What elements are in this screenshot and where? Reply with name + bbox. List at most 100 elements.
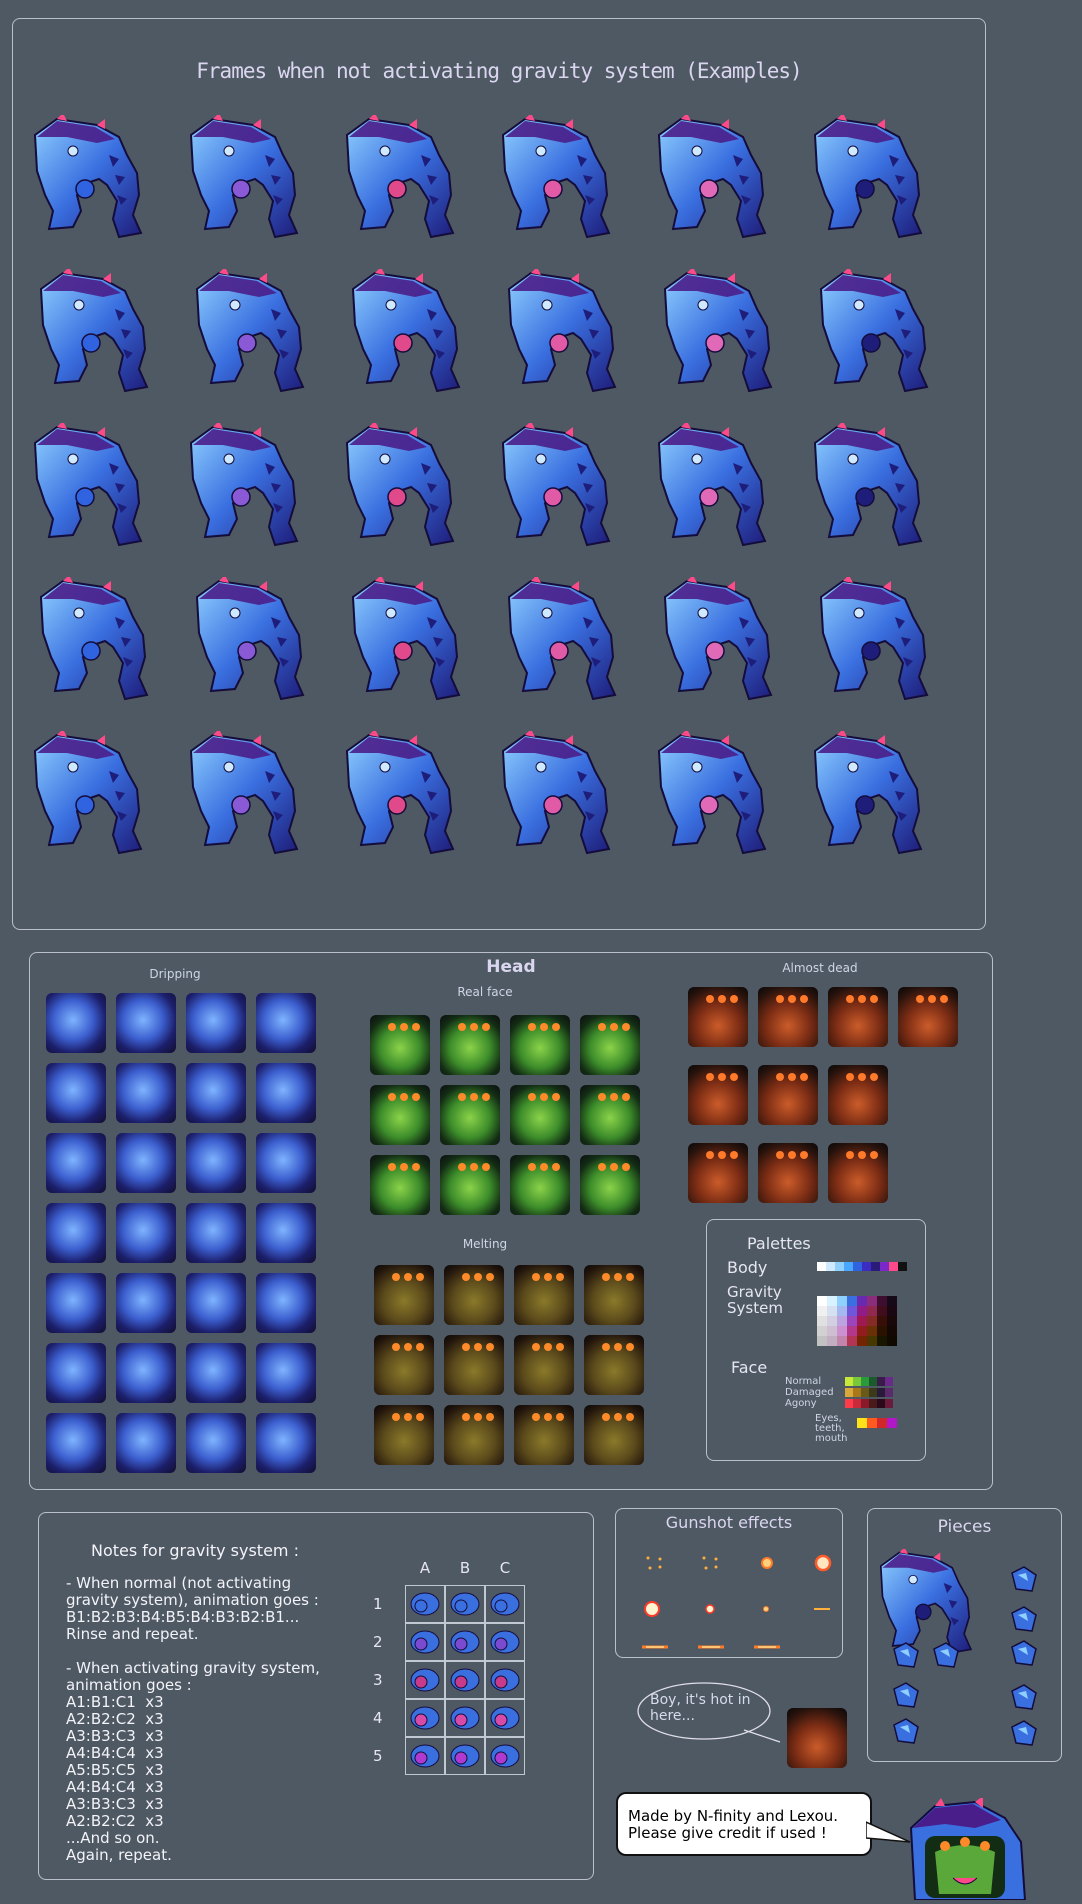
- head-eye: [482, 1023, 490, 1031]
- notes-title: Notes for gravity system :: [91, 1541, 299, 1560]
- head-eye: [622, 1023, 630, 1031]
- gunshot-panel: Gunshot effects: [615, 1508, 843, 1658]
- head-eye: [416, 1343, 424, 1351]
- frame-sprite: [807, 729, 927, 860]
- head-eye: [870, 1151, 878, 1159]
- head-eye: [602, 1413, 610, 1421]
- gravity-swatch: [847, 1336, 857, 1346]
- gravity-swatch: [817, 1336, 827, 1346]
- head-eye: [458, 1163, 466, 1171]
- realface-head-sprite: [510, 1015, 570, 1075]
- face-swatch: [885, 1377, 893, 1386]
- head-eye: [776, 995, 784, 1003]
- gravity-swatch: [817, 1316, 827, 1326]
- gravity-swatch: [817, 1296, 827, 1306]
- body-swatch: [898, 1262, 907, 1271]
- head-eye: [544, 1273, 552, 1281]
- face-swatch: [885, 1399, 893, 1408]
- head-eye: [532, 1343, 540, 1351]
- piece-sprite: [933, 1642, 959, 1668]
- dripping-head-sprite: [46, 1273, 106, 1333]
- head-eye: [482, 1093, 490, 1101]
- face-row-label: Normal: [785, 1376, 822, 1387]
- animation-table: A B C 1 2 3 4 5: [369, 1559, 569, 1789]
- dripping-head-sprite: [116, 1413, 176, 1473]
- animation-cell: [405, 1737, 445, 1775]
- head-eye: [416, 1413, 424, 1421]
- eyes-swatch: [887, 1418, 897, 1428]
- frames-grid: [13, 19, 985, 929]
- head-eye: [610, 1093, 618, 1101]
- animation-cell: [485, 1585, 525, 1623]
- head-eye: [730, 1151, 738, 1159]
- melting-head-sprite: [514, 1405, 574, 1465]
- frame-sprite: [495, 421, 615, 552]
- face-row-label: Damaged: [785, 1387, 834, 1398]
- gravity-swatch: [887, 1306, 897, 1316]
- realface-head-sprite: [510, 1085, 570, 1145]
- head-eye: [458, 1023, 466, 1031]
- frame-sprite: [339, 113, 459, 244]
- head-eye: [776, 1073, 784, 1081]
- body-swatch: [844, 1262, 853, 1271]
- gunshot-effect: [761, 1557, 773, 1569]
- table-row-header: 3: [373, 1671, 383, 1689]
- realface-head-sprite: [580, 1015, 640, 1075]
- head-eye: [870, 1073, 878, 1081]
- gravity-swatch: [847, 1316, 857, 1326]
- head-eye: [614, 1413, 622, 1421]
- head-eye: [718, 1151, 726, 1159]
- melting-head-sprite: [444, 1335, 504, 1395]
- gravity-swatch: [857, 1336, 867, 1346]
- frame-sprite: [27, 729, 147, 860]
- gravity-swatch: [877, 1296, 887, 1306]
- dripping-head-sprite: [256, 993, 316, 1053]
- head-eye: [788, 1151, 796, 1159]
- face-swatch: [845, 1377, 853, 1386]
- dripping-head-sprite: [186, 993, 246, 1053]
- dripping-head-sprite: [46, 1063, 106, 1123]
- gunshot-effect: [754, 1645, 780, 1649]
- head-eye: [388, 1023, 396, 1031]
- melting-head-sprite: [584, 1265, 644, 1325]
- animation-cell: [445, 1737, 485, 1775]
- head-eye: [626, 1413, 634, 1421]
- head-eye: [870, 995, 878, 1003]
- melting-head-sprite: [374, 1265, 434, 1325]
- table-col-header: B: [459, 1559, 471, 1577]
- animation-cell: [445, 1623, 485, 1661]
- head-eye: [540, 1163, 548, 1171]
- dripping-head-sprite: [116, 1273, 176, 1333]
- credit-box: Made by N-finity and Lexou. Please give …: [616, 1792, 872, 1856]
- frame-sprite: [183, 421, 303, 552]
- gravity-swatch: [827, 1306, 837, 1316]
- dead-head-sprite: [828, 1065, 888, 1125]
- head-eye: [598, 1163, 606, 1171]
- melting-head-sprite: [444, 1265, 504, 1325]
- head-eye: [528, 1093, 536, 1101]
- dripping-head-sprite: [116, 993, 176, 1053]
- head-eye: [622, 1163, 630, 1171]
- head-eye: [392, 1413, 400, 1421]
- gunshot-effect: [702, 1556, 718, 1570]
- face-swatch: [869, 1399, 877, 1408]
- face-swatch: [845, 1399, 853, 1408]
- dripping-head-sprite: [46, 1413, 106, 1473]
- realface-head-sprite: [580, 1155, 640, 1215]
- body-swatch: [880, 1262, 889, 1271]
- realface-head-sprite: [370, 1085, 430, 1145]
- head-eye: [404, 1413, 412, 1421]
- animation-cell: [405, 1661, 445, 1699]
- face-swatch: [861, 1377, 869, 1386]
- face-swatch: [869, 1388, 877, 1397]
- head-eye: [788, 1073, 796, 1081]
- table-col-header: A: [419, 1559, 431, 1577]
- frame-sprite: [189, 267, 309, 398]
- table-row-header: 1: [373, 1595, 383, 1613]
- head-eye: [858, 1073, 866, 1081]
- gravity-swatch: [867, 1306, 877, 1316]
- gravity-swatch: [837, 1326, 847, 1336]
- gravity-swatch: [847, 1326, 857, 1336]
- eyes-swatch: [867, 1418, 877, 1428]
- frame-sprite: [33, 575, 153, 706]
